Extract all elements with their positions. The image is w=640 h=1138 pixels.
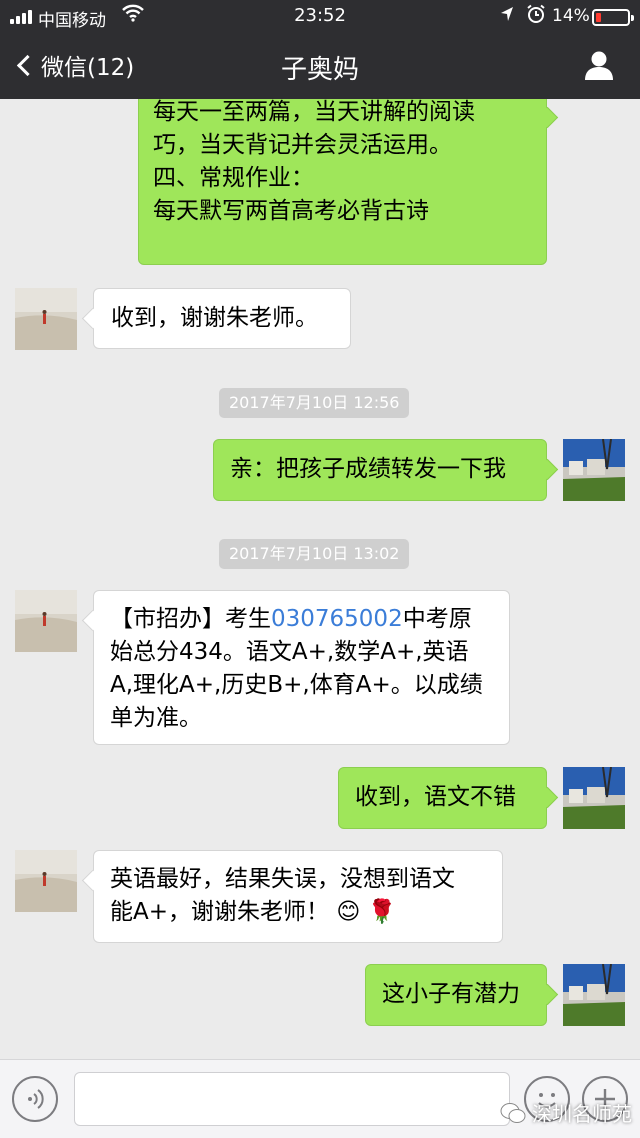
my-avatar[interactable]	[563, 964, 625, 1026]
voice-icon	[28, 1089, 44, 1109]
timestamp: 2017年7月10日 12:56	[219, 388, 410, 418]
message-bubble-received[interactable]: 英语最好，结果失误，没想到语文 能A+，谢谢朱老师！ 😊 🌹	[93, 850, 503, 943]
nav-bar: 微信(12) 子奥妈	[0, 32, 640, 99]
message-bubble-received[interactable]: 【市招办】考生030765002中考原 始总分434。语文A+,数学A+,英语 …	[93, 590, 510, 745]
watermark: 深圳名师苑	[500, 1098, 632, 1127]
voice-button[interactable]	[12, 1076, 58, 1122]
person-icon	[585, 51, 613, 80]
emoji-smile-rose: 😊 🌹	[336, 899, 397, 925]
my-avatar[interactable]	[563, 767, 625, 829]
message-text: 这小子有潜力	[382, 981, 520, 1007]
chat-area[interactable]: 每天一至两篇，当天讲解的阅读 巧，当天背记并会灵活运用。 四、常规作业： 每天默…	[0, 99, 640, 1059]
phone-number-link[interactable]: 030765002	[271, 606, 403, 632]
message-bubble-sent[interactable]: 这小子有潜力	[365, 964, 547, 1026]
contact-avatar[interactable]	[15, 850, 77, 912]
location-icon	[500, 6, 514, 26]
top-bar: 中国移动 23:52 14% 微信(12) 子奥妈	[0, 0, 640, 99]
message-bubble-sent[interactable]: 每天一至两篇，当天讲解的阅读 巧，当天背记并会灵活运用。 四、常规作业： 每天默…	[138, 99, 547, 265]
message-text: 【市招办】考生030765002中考原 始总分434。语文A+,数学A+,英语 …	[110, 606, 483, 731]
contact-avatar[interactable]	[15, 288, 77, 350]
chat-title: 子奥妈	[280, 55, 359, 85]
timestamp: 2017年7月10日 13:02	[219, 539, 410, 569]
message-text: 英语最好，结果失误，没想到语文 能A+，谢谢朱老师！ 😊 🌹	[110, 866, 455, 925]
wechat-icon	[500, 1102, 526, 1123]
battery-percent: 14%	[552, 6, 590, 26]
message-text: 收到，谢谢朱老师。	[111, 305, 318, 331]
message-text: 收到，语文不错	[355, 784, 516, 810]
message-input[interactable]	[74, 1072, 510, 1126]
status-bar: 中国移动 23:52 14%	[0, 0, 640, 32]
message-bubble-sent[interactable]: 亲：把孩子成绩转发一下我	[213, 439, 547, 501]
message-bubble-sent[interactable]: 收到，语文不错	[338, 767, 547, 829]
profile-button[interactable]	[582, 48, 616, 82]
message-text: 亲：把孩子成绩转发一下我	[230, 456, 506, 482]
contact-avatar[interactable]	[15, 590, 77, 652]
message-bubble-received[interactable]: 收到，谢谢朱老师。	[93, 288, 351, 349]
alarm-icon	[526, 4, 546, 29]
my-avatar[interactable]	[563, 439, 625, 501]
message-text: 每天一至两篇，当天讲解的阅读 巧，当天背记并会灵活运用。 四、常规作业： 每天默…	[153, 99, 475, 224]
watermark-text: 深圳名师苑	[532, 1102, 632, 1126]
battery-icon	[592, 9, 634, 26]
